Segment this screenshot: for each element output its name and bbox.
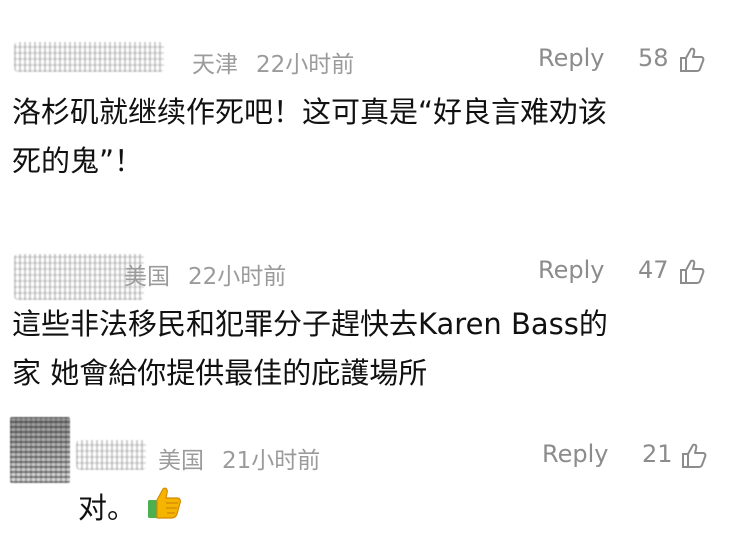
comment-location: 美国 [158, 448, 204, 474]
blurred-username [76, 440, 146, 470]
comment-time: 21小时前 [222, 448, 321, 474]
thumbs-up-outline-icon[interactable] [680, 442, 708, 470]
like-count: 21 [642, 440, 673, 468]
thumbs-up-emoji-icon [148, 487, 181, 519]
comment-text-line: 对。 [78, 491, 137, 525]
reply-button[interactable]: Reply [542, 440, 608, 468]
comment-item: 美国 21小时前 Reply 21 对。 [0, 0, 750, 536]
comment-body: 对。 [78, 484, 136, 533]
comment-meta: 美国 21小时前 Reply 21 [0, 436, 750, 476]
